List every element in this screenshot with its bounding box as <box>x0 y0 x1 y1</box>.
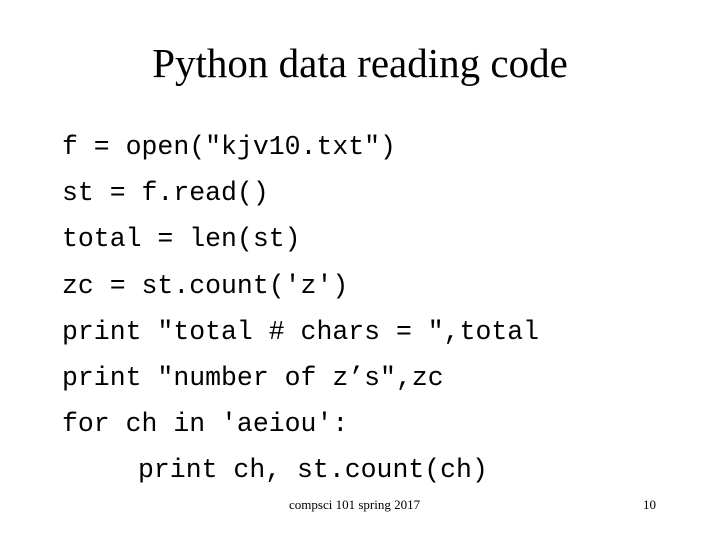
code-line: st = f.read() <box>62 178 269 209</box>
code-line: f = open("kjv10.txt") <box>62 132 396 162</box>
code-line: print "total # chars = ",total <box>62 316 540 347</box>
code-line-indented: print ch, st.count(ch) <box>138 455 488 486</box>
code-line: for ch in 'aeiou': <box>62 409 349 440</box>
page-number: 10 <box>643 497 656 512</box>
slide-title: Python data reading code <box>152 40 568 86</box>
code-line: zc = st.count('z') <box>62 270 349 301</box>
code-line: total = len(st) <box>62 224 301 255</box>
footer-course-label: compsci 101 spring 2017 <box>289 497 421 512</box>
code-line: print "number of z’s",zc <box>62 362 444 393</box>
code-block: f = open("kjv10.txt") st = f.read() tota… <box>62 124 539 494</box>
